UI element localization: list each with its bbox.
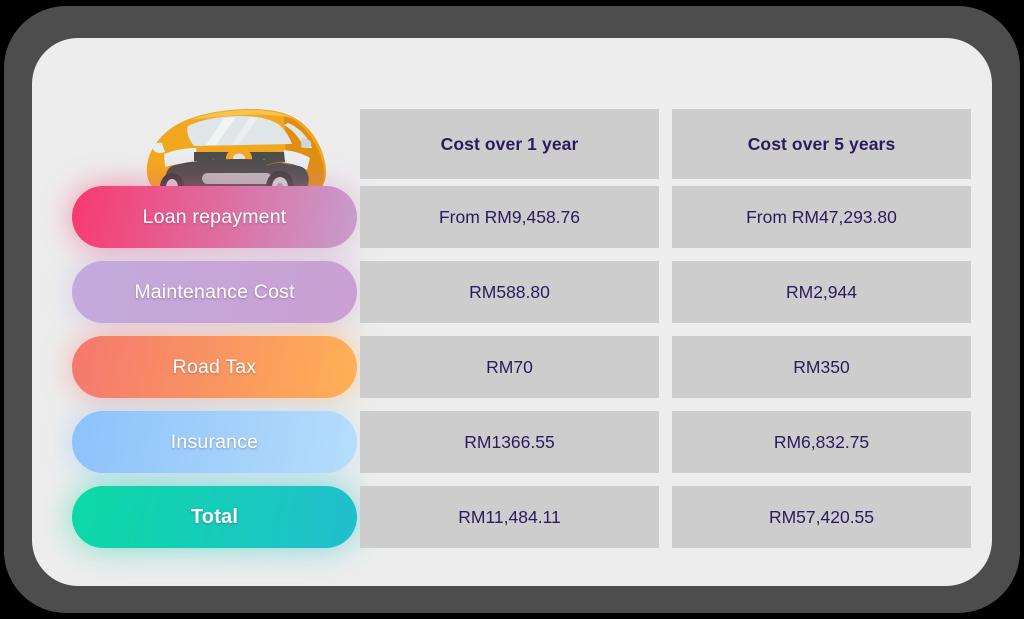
- cell-5-years-text: RM57,420.55: [768, 506, 875, 527]
- cell-5-years: RM57,420.55: [672, 486, 971, 548]
- category-pill-label: Total: [190, 505, 239, 528]
- cost-table: Cost over 1 year Cost over 5 years From RM…: [360, 38, 992, 586]
- category-pill: Loan repayment: [72, 186, 357, 248]
- cell-1-year: RM11,484.11: [360, 486, 659, 548]
- category-pill-label: Maintenance Cost: [134, 280, 295, 303]
- cell-5-years: RM350: [672, 336, 971, 398]
- cell-5-years-text: RM350: [793, 356, 850, 377]
- cell-1-year: From RM9,458.76: [360, 186, 659, 248]
- category-pill-label: Insurance: [170, 430, 259, 453]
- category-pill-label: Loan repayment: [142, 205, 287, 228]
- cell-5-years: From RM47,293.80: [672, 186, 971, 248]
- cell-1-year-text: RM11,484.11: [458, 506, 561, 527]
- column-header-5-years: Cost over 5 years: [672, 109, 971, 179]
- cell-5-years-text: RM2,944: [785, 281, 857, 302]
- category-pill: Total: [72, 486, 357, 548]
- category-pill: Maintenance Cost: [72, 261, 357, 323]
- device-frame: Loan repayment Maintenance Cost Road Tax In…: [4, 6, 1020, 613]
- cell-1-year: RM70: [360, 336, 659, 398]
- category-pill: Road Tax: [72, 336, 357, 398]
- cell-1-year: RM1366.55: [360, 411, 659, 473]
- screen-panel: Loan repayment Maintenance Cost Road Tax In…: [32, 38, 992, 586]
- category-pill: Insurance: [72, 411, 357, 473]
- cell-5-years-text: From RM47,293.80: [746, 206, 897, 227]
- cell-1-year-text: RM588.80: [469, 281, 550, 302]
- cell-1-year: RM588.80: [360, 261, 659, 323]
- cell-5-years: RM2,944: [672, 261, 971, 323]
- cell-1-year-text: From RM9,458.76: [438, 206, 581, 227]
- column-header-1-year-text: Cost over 1 year: [440, 133, 579, 154]
- column-header-1-year: Cost over 1 year: [360, 109, 659, 179]
- cell-1-year-text: RM1366.55: [464, 431, 555, 452]
- cell-5-years: RM6,832.75: [672, 411, 971, 473]
- column-header-5-years-text: Cost over 5 years: [747, 133, 896, 154]
- category-pill-label: Road Tax: [172, 355, 257, 378]
- cell-1-year-text: RM70: [486, 356, 533, 377]
- cell-5-years-text: RM6,832.75: [773, 431, 870, 452]
